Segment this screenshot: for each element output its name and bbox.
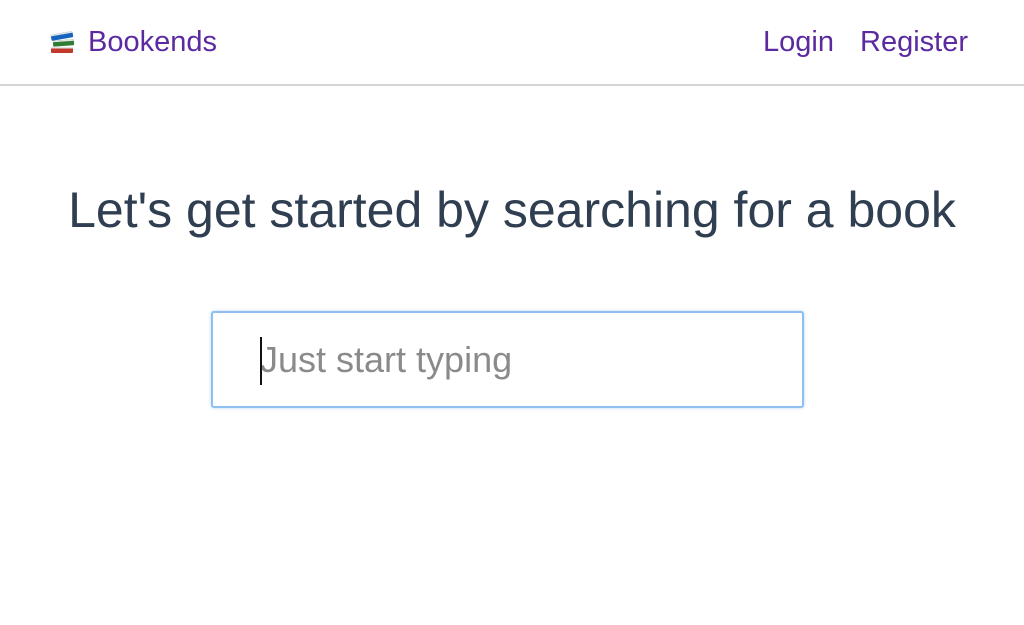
search-box [211,311,804,408]
brand-label: Bookends [88,26,217,58]
text-caret [260,337,262,385]
brand-link[interactable]: Bookends [48,22,217,62]
page-heading: Let's get started by searching for a boo… [68,182,956,238]
login-link[interactable]: Login [763,22,834,62]
books-icon [48,27,78,57]
search-input[interactable] [213,313,802,406]
nav-links: Login Register [763,22,968,62]
navbar: Bookends Login Register [0,0,1024,86]
register-link[interactable]: Register [860,22,968,62]
